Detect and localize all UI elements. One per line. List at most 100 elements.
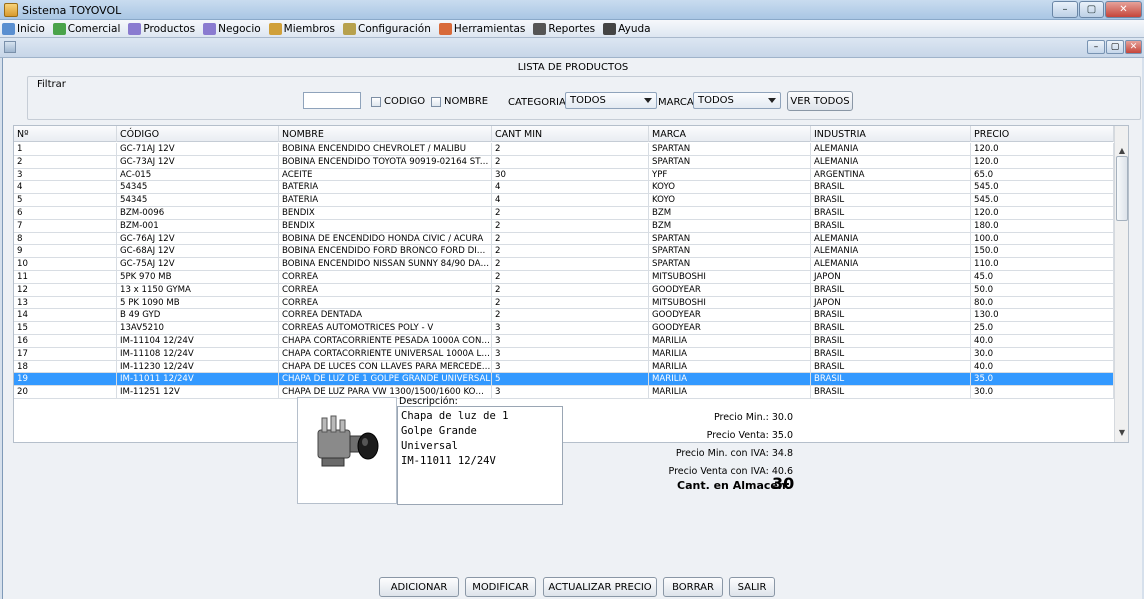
table-cell: 5PK 970 MB — [117, 270, 279, 283]
scroll-up-icon[interactable]: ▲ — [1117, 146, 1127, 156]
table-cell: ACEITE — [279, 168, 492, 181]
table-cell: BOBINA DE ENCENDIDO HONDA CIVIC / ACURA — [279, 232, 492, 245]
description-textarea[interactable]: Chapa de luz de 1 Golpe Grande Universal… — [397, 406, 563, 505]
menu-item-1[interactable]: Comercial — [52, 22, 120, 35]
marca-select[interactable]: TODOS — [693, 92, 781, 109]
table-cell: SPARTAN — [649, 245, 811, 258]
column-header[interactable]: CANT MIN — [492, 126, 649, 142]
table-cell: MITSUBOSHI — [649, 296, 811, 309]
menu-item-0[interactable]: Inicio — [2, 22, 45, 35]
table-row[interactable]: 4 54345 BATERIA 4 KOYO BRASIL 545.0 — [14, 181, 1128, 195]
checkbox-box[interactable] — [371, 96, 381, 107]
column-header[interactable]: PRECIO — [971, 126, 1114, 142]
table-cell: 5 — [492, 373, 649, 386]
borrar-button[interactable]: BORRAR — [663, 577, 723, 597]
table-row[interactable]: 17 IM-11108 12/24V CHAPA CORTACORRIENTE UN… — [14, 347, 1128, 361]
table-cell: 120.0 — [971, 143, 1114, 155]
table-cell: CORREA — [279, 283, 492, 296]
stock-value: 30 — [772, 474, 795, 493]
scroll-down-icon[interactable]: ▼ — [1117, 428, 1127, 438]
table-row[interactable]: 14 B 49 GYD CORREA DENTADA 2 GOODYEAR BRASIL 1… — [14, 309, 1128, 323]
table-row[interactable]: 3 AC-015 ACEITE 30 YPF ARGENTINA 65.0 — [14, 168, 1128, 182]
column-header[interactable]: MARCA — [649, 126, 811, 142]
precio-min: Precio Min.: 30.0 — [713, 412, 793, 423]
categoria-select[interactable]: TODOS — [565, 92, 657, 109]
table-cell: 100.0 — [971, 232, 1114, 245]
salir-button[interactable]: SALIR — [729, 577, 775, 597]
window-titlebar: Sistema TOYOVOL – ▢ ✕ — [0, 0, 1144, 20]
table-cell: CHAPA DE LUZ DE 1 GOLPE GRANDE UNIVERSAL — [279, 373, 492, 386]
table-cell: 45.0 — [971, 270, 1114, 283]
table-row[interactable]: 2 GC-73AJ 12V BOBINA ENCENDIDO TOYOTA 9091… — [14, 155, 1128, 169]
scrollbar-thumb[interactable] — [1116, 156, 1128, 221]
menu-item-5[interactable]: Configuración — [342, 22, 431, 35]
table-cell: 11 — [14, 270, 117, 283]
table-header: Nº CÓDIGO NOMBRE CANT MIN MARCA INDUSTRIA PREC… — [14, 126, 1128, 142]
table-cell: 50.0 — [971, 283, 1114, 296]
table-row[interactable]: 19 IM-11011 12/24V CHAPA DE LUZ DE 1 GOLPE… — [14, 373, 1128, 387]
table-cell: MARILIA — [649, 360, 811, 373]
vertical-scrollbar[interactable]: ▲ ▼ — [1114, 126, 1128, 442]
table-row[interactable]: 15 13AV5210 CORREAS AUTOMOTRICES POLY - V3… — [14, 322, 1128, 335]
table-row[interactable]: 9 GC-68AJ 12V BOBINA ENCENDIDO FORD BRONCO… — [14, 245, 1128, 259]
gear-icon — [342, 22, 356, 35]
menu-item-7[interactable]: Reportes — [533, 22, 595, 35]
maximize-button[interactable]: ▢ — [1079, 1, 1104, 18]
menu-item-6[interactable]: Herramientas — [438, 22, 526, 35]
search-input[interactable] — [303, 92, 361, 109]
nombre-checkbox[interactable]: NOMBRE — [431, 96, 488, 107]
menu-item-3[interactable]: Negocio — [203, 22, 261, 35]
close-button[interactable]: ✕ — [1105, 1, 1142, 18]
frame-minimize-button[interactable]: – — [1087, 40, 1105, 54]
table-cell: KOYO — [649, 194, 811, 206]
table-cell: GC-76AJ 12V — [117, 232, 279, 245]
table-cell: BRASIL — [811, 373, 971, 386]
app-icon — [4, 3, 18, 17]
table-cell: BENDIX — [279, 206, 492, 219]
table-row[interactable]: 13 5 PK 1090 MB CORREA 2 MITSUBOSHI JAPON 80.0 — [14, 296, 1128, 310]
table-row[interactable]: 18 IM-11230 12/24V CHAPA DE LUCES CON LLAV… — [14, 360, 1128, 374]
table-cell: IM-11230 12/24V — [117, 360, 279, 373]
table-cell: CORREA — [279, 270, 492, 283]
actualizar-precio-button[interactable]: ACTUALIZAR PRECIO — [543, 577, 657, 597]
column-header[interactable]: NOMBRE — [279, 126, 492, 142]
table-cell: GC-73AJ 12V — [117, 155, 279, 168]
column-header[interactable]: Nº — [14, 126, 117, 142]
menu-item-2[interactable]: Productos — [128, 22, 195, 35]
table-cell: 545.0 — [971, 181, 1114, 194]
table-cell: IM-11108 12/24V — [117, 347, 279, 360]
frame-close-button[interactable]: ✕ — [1125, 40, 1142, 54]
table-row[interactable]: 10 GC-75AJ 12V BOBINA ENCENDIDO NISSAN SUN… — [14, 258, 1128, 271]
modificar-button[interactable]: MODIFICAR — [465, 577, 536, 597]
menu-item-label: Herramientas — [453, 22, 526, 35]
ver-todos-button[interactable]: VER TODOS — [787, 91, 853, 111]
products-table: Nº CÓDIGO NOMBRE CANT MIN MARCA INDUSTRIA PREC… — [13, 125, 1129, 443]
product-image — [297, 397, 397, 504]
table-row[interactable]: 16 IM-11104 12/24V CHAPA CORTACORRIENTE PE… — [14, 334, 1128, 348]
table-row[interactable]: 8 GC-76AJ 12V BOBINA DE ENCENDIDO HONDA CI… — [14, 232, 1128, 246]
menu-item-8[interactable]: Ayuda — [603, 22, 651, 35]
table-row[interactable]: 5 54345 BATERIA 4 KOYO BRASIL 545.0 — [14, 194, 1128, 207]
table-row[interactable]: 1 GC-71AJ 12V BOBINA ENCENDIDO CHEVROLET /… — [14, 143, 1128, 156]
table-row[interactable]: 7 BZM-001 BENDIX 2 BZM BRASIL 180.0 — [14, 219, 1128, 233]
frame-restore-button[interactable]: ▢ — [1106, 40, 1124, 54]
adicionar-button[interactable]: ADICIONAR — [379, 577, 459, 597]
table-cell: BRASIL — [811, 283, 971, 296]
minimize-button[interactable]: – — [1052, 1, 1078, 18]
menu-item-4[interactable]: Miembros — [268, 22, 335, 35]
table-row[interactable]: 12 13 x 1150 GYMA CORREA 2 GOODYEAR BRASIL 50.… — [14, 283, 1128, 297]
table-row[interactable]: 11 5PK 970 MB CORREA 2 MITSUBOSHI JAPON 45.0 — [14, 270, 1128, 284]
table-cell: 30 — [492, 168, 649, 181]
table-row[interactable]: 20 IM-11251 12V CHAPA DE LUZ PARA VW 1300/… — [14, 386, 1128, 399]
table-cell: 2 — [492, 309, 649, 322]
table-cell: 3 — [492, 322, 649, 334]
codigo-checkbox[interactable]: CODIGO — [371, 96, 425, 107]
table-cell: 545.0 — [971, 194, 1114, 206]
table-cell: IM-11251 12V — [117, 386, 279, 398]
table-cell: IM-11104 12/24V — [117, 334, 279, 347]
column-header[interactable]: CÓDIGO — [117, 126, 279, 142]
column-header[interactable]: INDUSTRIA — [811, 126, 971, 142]
table-row[interactable]: 6 BZM-0096 BENDIX 2 BZM BRASIL 120.0 — [14, 206, 1128, 220]
checkbox-box[interactable] — [431, 96, 441, 107]
table-cell: 2 — [14, 155, 117, 168]
